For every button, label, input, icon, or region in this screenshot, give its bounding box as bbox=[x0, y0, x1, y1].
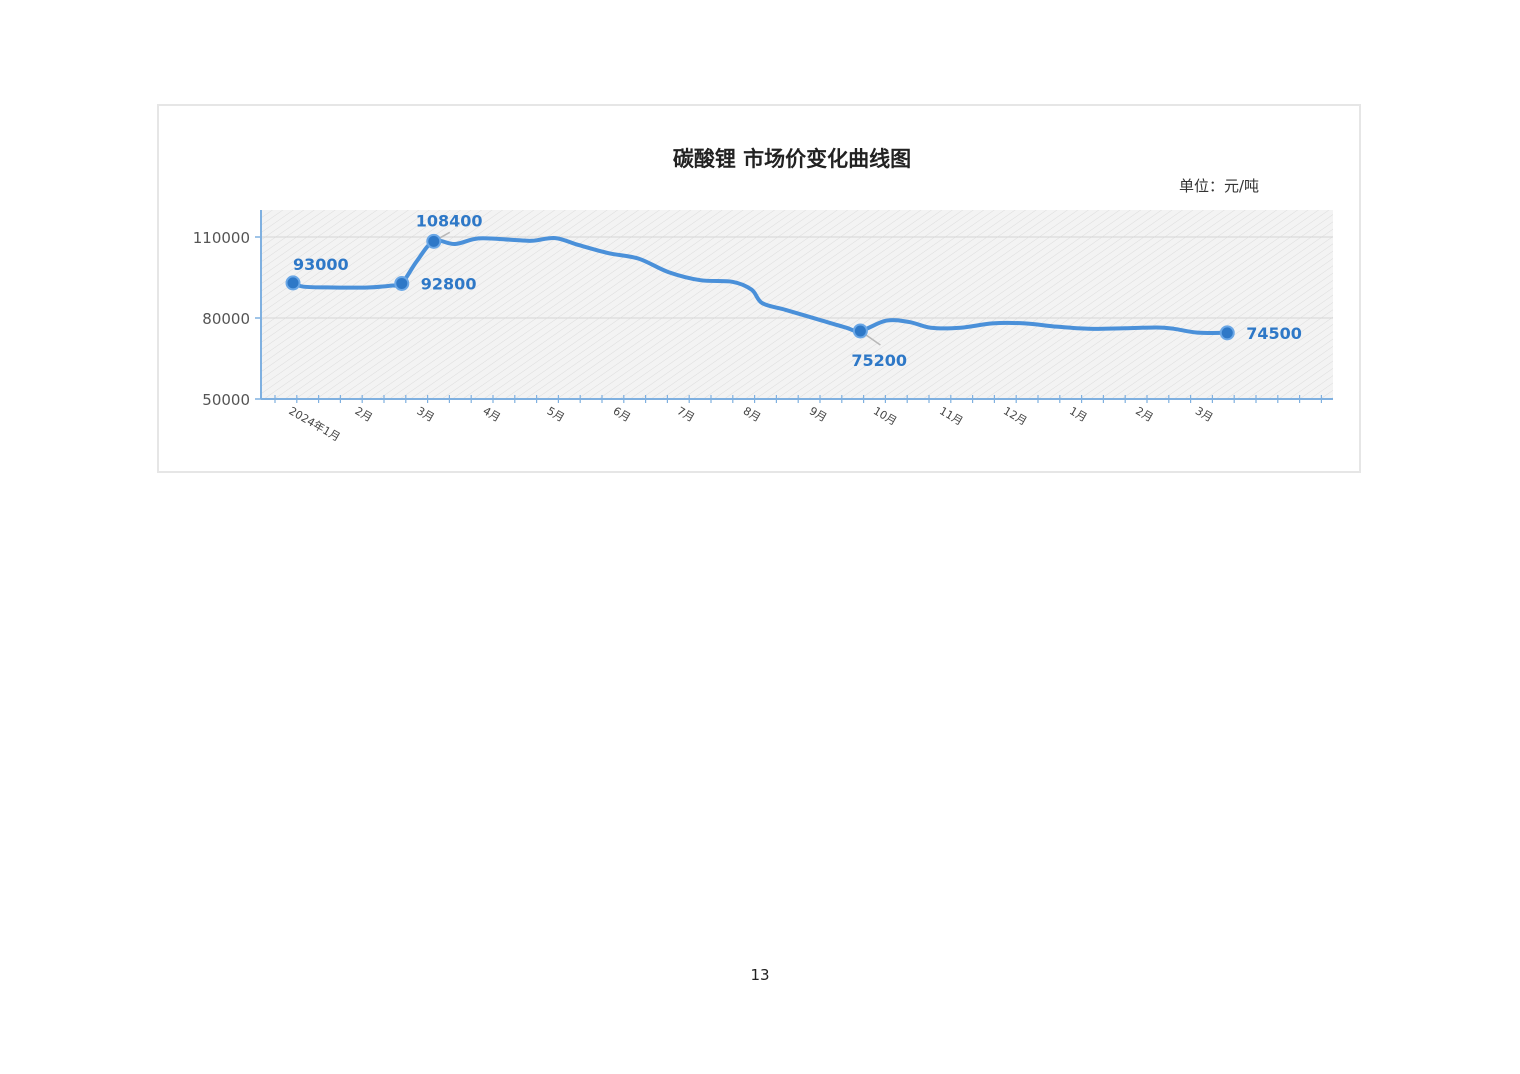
data-point-marker bbox=[426, 233, 442, 249]
chart-title: 碳酸锂 市场价变化曲线图 bbox=[673, 147, 911, 171]
data-label: 108400 bbox=[416, 211, 483, 230]
x-tick-label: 2月 bbox=[1133, 404, 1155, 424]
price-line-chart: 碳酸锂 市场价变化曲线图 单位：元/吨 50000 80000 110000 2024… bbox=[193, 147, 1333, 444]
x-tick-label: 3月 bbox=[1193, 404, 1215, 424]
data-point-marker bbox=[394, 275, 410, 291]
x-tick-label: 4月 bbox=[481, 404, 503, 424]
data-label: 92800 bbox=[421, 274, 477, 293]
data-label: 74500 bbox=[1246, 324, 1302, 343]
x-tick-label: 9月 bbox=[807, 404, 829, 424]
y-tick-label: 50000 bbox=[202, 391, 250, 409]
x-tick-label: 1月 bbox=[1067, 404, 1089, 424]
y-tick-label: 110000 bbox=[193, 229, 250, 247]
data-label: 75200 bbox=[851, 351, 907, 370]
x-tick-label: 10月 bbox=[871, 404, 899, 428]
data-point-marker bbox=[285, 275, 301, 291]
x-tick-label: 6月 bbox=[611, 404, 633, 424]
x-tick-label: 8月 bbox=[741, 404, 763, 424]
data-point-marker bbox=[1219, 325, 1235, 341]
chart-frame: 碳酸锂 市场价变化曲线图 单位：元/吨 50000 80000 110000 2024… bbox=[157, 104, 1361, 473]
plot-area bbox=[261, 210, 1333, 399]
y-tick-label: 80000 bbox=[202, 310, 250, 328]
page-number: 13 bbox=[750, 966, 770, 984]
x-tick-label: 3月 bbox=[414, 404, 436, 424]
x-tick-label: 12月 bbox=[1001, 404, 1029, 428]
data-label: 93000 bbox=[293, 255, 349, 274]
chart-unit-label: 单位：元/吨 bbox=[1179, 177, 1259, 195]
x-tick-label: 2024年1月 bbox=[287, 403, 343, 444]
x-tick-label: 2月 bbox=[353, 404, 375, 424]
x-tick-label: 7月 bbox=[675, 404, 697, 424]
data-point-marker bbox=[852, 323, 868, 339]
x-tick-label: 5月 bbox=[545, 404, 567, 424]
x-tick-label: 11月 bbox=[937, 404, 965, 428]
